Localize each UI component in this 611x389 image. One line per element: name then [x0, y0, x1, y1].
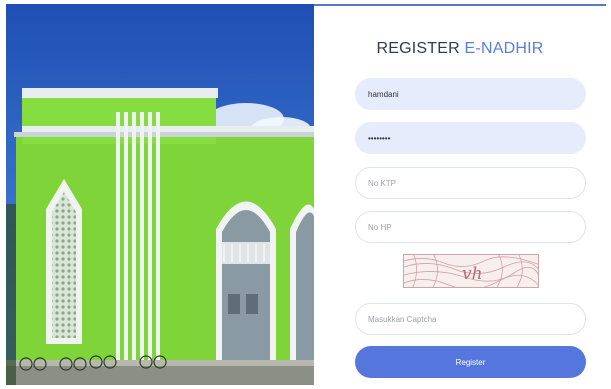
- captcha-image: vh: [403, 254, 539, 288]
- ktp-input[interactable]: [355, 167, 586, 199]
- register-button[interactable]: Register: [355, 346, 586, 378]
- title-prefix: REGISTER: [376, 40, 460, 57]
- password-input[interactable]: [355, 122, 586, 154]
- form-title: REGISTER E-NADHIR: [314, 40, 606, 58]
- register-page: REGISTER E-NADHIR vh: [6, 4, 606, 385]
- mosque-photo: [6, 4, 314, 385]
- register-form: REGISTER E-NADHIR vh: [314, 4, 606, 385]
- username-input[interactable]: [355, 78, 586, 110]
- hp-input[interactable]: [355, 211, 586, 243]
- title-brand: E-NADHIR: [464, 40, 544, 57]
- captcha-input[interactable]: [355, 303, 586, 335]
- captcha-text: vh: [462, 264, 483, 284]
